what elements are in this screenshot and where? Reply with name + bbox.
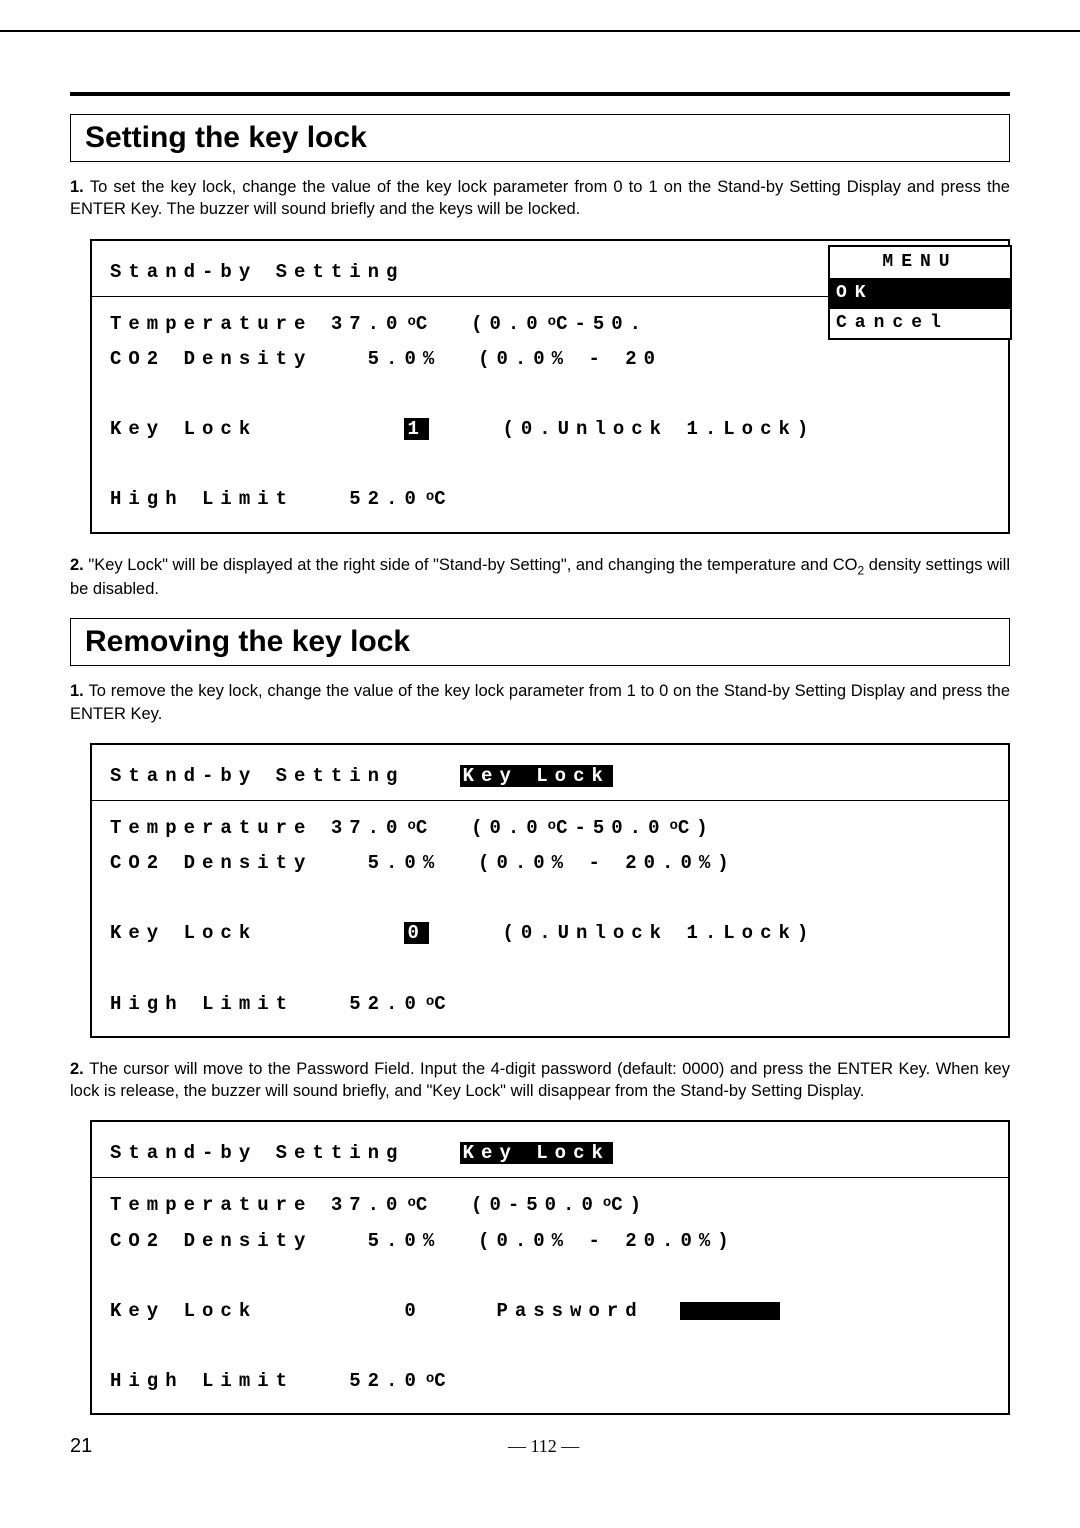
remove-step2: 2. The cursor will move to the Password … [70, 1058, 1010, 1103]
highlimit-label: High Limit [110, 488, 294, 510]
remove-step2-text: The cursor will move to the Password Fie… [70, 1060, 1010, 1100]
panel3-temp: Temperature 37.0oC (0-50.0oC) [110, 1188, 990, 1223]
temp-range-end: C) [611, 1194, 648, 1216]
degree-icon: o [426, 994, 434, 1010]
remove-step1-text: To remove the key lock, change the value… [70, 682, 1010, 722]
keylock-badge: Key Lock [460, 1142, 613, 1164]
panel2-spacer2 [110, 952, 990, 987]
display-panel-1: MENU OK Cancel Stand-by Setting Temperat… [90, 239, 1010, 534]
temp-range-end: C-50. [556, 313, 648, 335]
temp-value: 37.0 [331, 313, 405, 335]
panel3-keylock: Key Lock 0 Password [110, 1294, 990, 1329]
remove-step1: 1. To remove the key lock, change the va… [70, 680, 1010, 725]
section-title-removing: Removing the key lock [85, 625, 995, 659]
display-panel-2: Stand-by Setting Key Lock Temperature 37… [90, 743, 1010, 1038]
panel1-highlimit: High Limit 52.0oC [110, 482, 990, 517]
panel2-title: Stand-by Setting [110, 765, 404, 787]
panel2-spacer [110, 881, 990, 916]
panel3-co2: CO2 Density 5.0% (0.0% - 20.0%) [110, 1224, 990, 1259]
panel1-spacer [110, 377, 990, 412]
panel2-temp: Temperature 37.0oC (0.0oC-50.0oC) [110, 811, 990, 846]
section-title-setting: Setting the key lock [85, 121, 995, 155]
temp-label: Temperature [110, 313, 312, 335]
panel3-title: Stand-by Setting [110, 1142, 404, 1164]
highlimit-value: 52.0 [349, 993, 423, 1015]
step-number: 2. [70, 556, 88, 574]
degree-icon: o [548, 314, 556, 330]
degree-icon: o [407, 818, 415, 834]
panel2-keylock: Key Lock 0 (0.Unlock 1.Lock) [110, 916, 990, 951]
panel3-header: Stand-by Setting Key Lock [110, 1136, 990, 1171]
temp-range1: (0.0 [471, 817, 545, 839]
set-step2-text-a: "Key Lock" will be displayed at the righ… [88, 556, 857, 574]
keylock-badge: Key Lock [460, 765, 613, 787]
keylock-hint: (0.Unlock 1.Lock) [502, 418, 815, 440]
page: Setting the key lock 1. To set the key l… [0, 30, 1080, 1498]
display-panel-3: Stand-by Setting Key Lock Temperature 37… [90, 1120, 1010, 1415]
page-number-left: 21 [70, 1435, 92, 1458]
degree-icon: o [603, 1195, 611, 1211]
step-number: 1. [70, 682, 89, 700]
menu-popup: MENU OK Cancel [828, 245, 1012, 341]
keylock-hint: (0.Unlock 1.Lock) [502, 922, 815, 944]
highlimit-label: High Limit [110, 1370, 294, 1392]
panel2-co2: CO2 Density 5.0% (0.0% - 20.0%) [110, 846, 990, 881]
co2-value: 5.0% [368, 348, 442, 370]
highlimit-value: 52.0 [349, 488, 423, 510]
highlimit-label: High Limit [110, 993, 294, 1015]
password-field[interactable] [680, 1302, 780, 1320]
temp-range2: C-50.0 [556, 817, 666, 839]
degree-icon: o [407, 314, 415, 330]
highlimit-value: 52.0 [349, 1370, 423, 1392]
degree-icon: o [426, 1371, 434, 1387]
panel3-spacer [110, 1259, 990, 1294]
page-number-center: — 112 — [508, 1436, 579, 1457]
menu-title: MENU [830, 247, 1010, 279]
degree-icon: o [407, 1195, 415, 1211]
menu-item-cancel[interactable]: Cancel [830, 309, 1010, 338]
set-step2: 2. "Key Lock" will be displayed at the r… [70, 554, 1010, 601]
panel-divider [92, 800, 1008, 801]
panel2-highlimit: High Limit 52.0oC [110, 987, 990, 1022]
footer-spacer [995, 1436, 1010, 1457]
co2-range: (0.0% - 20 [478, 348, 662, 370]
panel3-spacer2 [110, 1329, 990, 1364]
panel1-co2: CO2 Density 5.0% (0.0% - 20 [110, 342, 990, 377]
panel3-highlimit: High Limit 52.0oC [110, 1364, 990, 1399]
keylock-value[interactable]: 0 [404, 922, 428, 944]
keylock-line: Key Lock 0 Password [110, 1300, 644, 1322]
panel2-header: Stand-by Setting Key Lock [110, 759, 990, 794]
set-step1: 1. To set the key lock, change the value… [70, 176, 1010, 221]
temp-range: (0.0 [471, 313, 545, 335]
section-header-removing: Removing the key lock [70, 618, 1010, 666]
keylock-label: Key Lock [110, 922, 257, 944]
temp-label: Temperature [110, 1194, 312, 1216]
degree-icon: o [426, 489, 434, 505]
co2-label: CO2 Density [110, 348, 312, 370]
keylock-value[interactable]: 1 [404, 418, 428, 440]
keylock-label: Key Lock [110, 418, 257, 440]
panel1-spacer2 [110, 447, 990, 482]
panel1-keylock: Key Lock 1 (0.Unlock 1.Lock) [110, 412, 990, 447]
section-header-setting: Setting the key lock [70, 114, 1010, 162]
degree-icon: o [670, 818, 678, 834]
step-number: 1. [70, 178, 90, 196]
step-number: 2. [70, 1060, 89, 1078]
page-footer: 21 — 112 — [70, 1435, 1010, 1458]
temp-range3: C) [678, 817, 715, 839]
degree-icon: o [548, 818, 556, 834]
panel-divider [92, 1177, 1008, 1178]
temp-value: 37.0 [331, 1194, 405, 1216]
menu-item-ok[interactable]: OK [830, 279, 1010, 309]
set-step1-text: To set the key lock, change the value of… [70, 178, 1010, 218]
temp-label: Temperature [110, 817, 312, 839]
temp-value: 37.0 [331, 817, 405, 839]
divider [70, 92, 1010, 96]
temp-range: C (0-50.0 [416, 1194, 600, 1216]
